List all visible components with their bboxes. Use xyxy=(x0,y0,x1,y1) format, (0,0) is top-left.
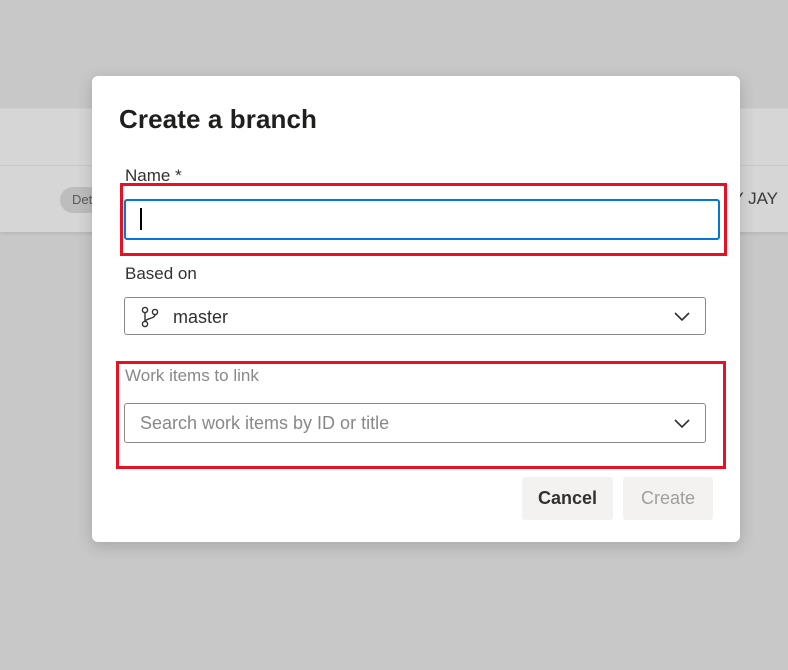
create-button[interactable]: Create xyxy=(623,477,713,520)
chevron-down-icon xyxy=(674,419,690,429)
work-items-dropdown[interactable]: Search work items by ID or title xyxy=(124,403,706,443)
text-cursor xyxy=(140,208,142,230)
create-branch-dialog: Create a branch Name * Based on master W… xyxy=(92,76,740,542)
dialog-title: Create a branch xyxy=(119,104,318,134)
based-on-label: Based on xyxy=(125,264,197,283)
name-label: Name * xyxy=(125,166,182,185)
based-on-value: master xyxy=(173,307,229,327)
work-items-label: Work items to link xyxy=(125,366,259,385)
chevron-down-icon xyxy=(674,312,690,322)
cancel-button[interactable]: Cancel xyxy=(522,477,613,520)
work-items-placeholder: Search work items by ID or title xyxy=(140,413,390,433)
git-branch-icon xyxy=(141,306,159,328)
based-on-dropdown[interactable]: master xyxy=(124,297,706,335)
branch-name-input[interactable] xyxy=(124,199,720,240)
